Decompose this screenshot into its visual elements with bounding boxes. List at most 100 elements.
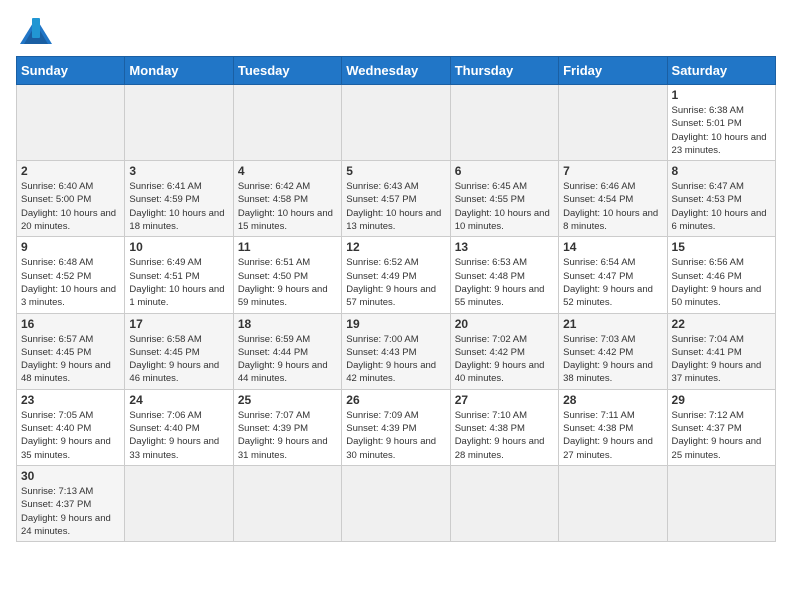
- day-info: Sunrise: 6:40 AM Sunset: 5:00 PM Dayligh…: [21, 180, 120, 233]
- day-info: Sunrise: 6:58 AM Sunset: 4:45 PM Dayligh…: [129, 333, 228, 386]
- day-number: 5: [346, 164, 445, 178]
- header-cell-tuesday: Tuesday: [233, 57, 341, 85]
- day-number: 13: [455, 240, 554, 254]
- day-info: Sunrise: 7:04 AM Sunset: 4:41 PM Dayligh…: [672, 333, 771, 386]
- day-info: Sunrise: 6:41 AM Sunset: 4:59 PM Dayligh…: [129, 180, 228, 233]
- day-number: 24: [129, 393, 228, 407]
- day-cell: [667, 465, 775, 541]
- week-row-4: 16Sunrise: 6:57 AM Sunset: 4:45 PM Dayli…: [17, 313, 776, 389]
- day-cell: 3Sunrise: 6:41 AM Sunset: 4:59 PM Daylig…: [125, 161, 233, 237]
- day-info: Sunrise: 6:54 AM Sunset: 4:47 PM Dayligh…: [563, 256, 662, 309]
- day-cell: [450, 85, 558, 161]
- calendar-table: SundayMondayTuesdayWednesdayThursdayFrid…: [16, 56, 776, 542]
- day-number: 19: [346, 317, 445, 331]
- day-cell: 7 Sunrise: 6:46 AM Sunset: 4:54 PM Daylig…: [559, 161, 667, 237]
- day-info: Sunrise: 6:47 AM Sunset: 4:53 PM Dayligh…: [672, 180, 771, 233]
- day-cell: 21Sunrise: 7:03 AM Sunset: 4:42 PM Dayli…: [559, 313, 667, 389]
- day-info: Sunrise: 6:52 AM Sunset: 4:49 PM Dayligh…: [346, 256, 445, 309]
- day-info: Sunrise: 6:53 AM Sunset: 4:48 PM Dayligh…: [455, 256, 554, 309]
- day-number: 28: [563, 393, 662, 407]
- day-cell: 8 Sunrise: 6:47 AM Sunset: 4:53 PM Daylig…: [667, 161, 775, 237]
- day-info: Sunrise: 6:45 AM Sunset: 4:55 PM Dayligh…: [455, 180, 554, 233]
- day-number: 10: [129, 240, 228, 254]
- day-cell: 27Sunrise: 7:10 AM Sunset: 4:38 PM Dayli…: [450, 389, 558, 465]
- week-row-3: 9Sunrise: 6:48 AM Sunset: 4:52 PM Daylig…: [17, 237, 776, 313]
- day-info: Sunrise: 6:49 AM Sunset: 4:51 PM Dayligh…: [129, 256, 228, 309]
- day-number: 8: [672, 164, 771, 178]
- day-cell: 2 Sunrise: 6:40 AM Sunset: 5:00 PM Daylig…: [17, 161, 125, 237]
- header-cell-monday: Monday: [125, 57, 233, 85]
- day-info: Sunrise: 7:05 AM Sunset: 4:40 PM Dayligh…: [21, 409, 120, 462]
- day-cell: [125, 85, 233, 161]
- day-cell: [342, 85, 450, 161]
- day-info: Sunrise: 6:43 AM Sunset: 4:57 PM Dayligh…: [346, 180, 445, 233]
- day-number: 25: [238, 393, 337, 407]
- day-number: 9: [21, 240, 120, 254]
- day-cell: [233, 465, 341, 541]
- day-number: 26: [346, 393, 445, 407]
- day-cell: [233, 85, 341, 161]
- page-header: [16, 16, 776, 46]
- day-cell: 6Sunrise: 6:45 AM Sunset: 4:55 PM Daylig…: [450, 161, 558, 237]
- calendar-body: 1Sunrise: 6:38 AM Sunset: 5:01 PM Daylig…: [17, 85, 776, 542]
- day-info: Sunrise: 7:07 AM Sunset: 4:39 PM Dayligh…: [238, 409, 337, 462]
- day-cell: 14 Sunrise: 6:54 AM Sunset: 4:47 PM Dayli…: [559, 237, 667, 313]
- day-cell: 16Sunrise: 6:57 AM Sunset: 4:45 PM Dayli…: [17, 313, 125, 389]
- day-number: 12: [346, 240, 445, 254]
- day-number: 22: [672, 317, 771, 331]
- day-cell: 17 Sunrise: 6:58 AM Sunset: 4:45 PM Dayli…: [125, 313, 233, 389]
- day-number: 23: [21, 393, 120, 407]
- day-number: 29: [672, 393, 771, 407]
- header-cell-saturday: Saturday: [667, 57, 775, 85]
- day-cell: 19Sunrise: 7:00 AM Sunset: 4:43 PM Dayli…: [342, 313, 450, 389]
- week-row-6: 30 Sunrise: 7:13 AM Sunset: 4:37 PM Dayli…: [17, 465, 776, 541]
- day-cell: [125, 465, 233, 541]
- day-number: 14: [563, 240, 662, 254]
- day-number: 18: [238, 317, 337, 331]
- day-cell: 25 Sunrise: 7:07 AM Sunset: 4:39 PM Dayli…: [233, 389, 341, 465]
- day-cell: 12 Sunrise: 6:52 AM Sunset: 4:49 PM Dayli…: [342, 237, 450, 313]
- header-cell-thursday: Thursday: [450, 57, 558, 85]
- day-cell: 23 Sunrise: 7:05 AM Sunset: 4:40 PM Dayli…: [17, 389, 125, 465]
- calendar-header: SundayMondayTuesdayWednesdayThursdayFrid…: [17, 57, 776, 85]
- day-cell: 28 Sunrise: 7:11 AM Sunset: 4:38 PM Dayli…: [559, 389, 667, 465]
- day-cell: [559, 465, 667, 541]
- day-info: Sunrise: 7:06 AM Sunset: 4:40 PM Dayligh…: [129, 409, 228, 462]
- day-info: Sunrise: 6:51 AM Sunset: 4:50 PM Dayligh…: [238, 256, 337, 309]
- day-number: 11: [238, 240, 337, 254]
- day-cell: 10 Sunrise: 6:49 AM Sunset: 4:51 PM Dayli…: [125, 237, 233, 313]
- day-info: Sunrise: 7:02 AM Sunset: 4:42 PM Dayligh…: [455, 333, 554, 386]
- day-number: 1: [672, 88, 771, 102]
- day-number: 4: [238, 164, 337, 178]
- day-number: 2: [21, 164, 120, 178]
- day-info: Sunrise: 6:59 AM Sunset: 4:44 PM Dayligh…: [238, 333, 337, 386]
- day-cell: 26 Sunrise: 7:09 AM Sunset: 4:39 PM Dayli…: [342, 389, 450, 465]
- day-cell: 30 Sunrise: 7:13 AM Sunset: 4:37 PM Dayli…: [17, 465, 125, 541]
- day-info: Sunrise: 6:56 AM Sunset: 4:46 PM Dayligh…: [672, 256, 771, 309]
- day-number: 7: [563, 164, 662, 178]
- header-row: SundayMondayTuesdayWednesdayThursdayFrid…: [17, 57, 776, 85]
- day-cell: 29Sunrise: 7:12 AM Sunset: 4:37 PM Dayli…: [667, 389, 775, 465]
- day-number: 15: [672, 240, 771, 254]
- day-number: 17: [129, 317, 228, 331]
- day-info: Sunrise: 6:46 AM Sunset: 4:54 PM Dayligh…: [563, 180, 662, 233]
- day-cell: 24 Sunrise: 7:06 AM Sunset: 4:40 PM Dayli…: [125, 389, 233, 465]
- day-info: Sunrise: 7:13 AM Sunset: 4:37 PM Dayligh…: [21, 485, 120, 538]
- day-info: Sunrise: 7:09 AM Sunset: 4:39 PM Dayligh…: [346, 409, 445, 462]
- day-cell: [17, 85, 125, 161]
- header-cell-friday: Friday: [559, 57, 667, 85]
- day-info: Sunrise: 7:11 AM Sunset: 4:38 PM Dayligh…: [563, 409, 662, 462]
- day-cell: 4 Sunrise: 6:42 AM Sunset: 4:58 PM Daylig…: [233, 161, 341, 237]
- day-cell: 18 Sunrise: 6:59 AM Sunset: 4:44 PM Dayli…: [233, 313, 341, 389]
- day-cell: 15 Sunrise: 6:56 AM Sunset: 4:46 PM Dayli…: [667, 237, 775, 313]
- day-number: 30: [21, 469, 120, 483]
- day-cell: [342, 465, 450, 541]
- day-info: Sunrise: 7:03 AM Sunset: 4:42 PM Dayligh…: [563, 333, 662, 386]
- day-cell: 1Sunrise: 6:38 AM Sunset: 5:01 PM Daylig…: [667, 85, 775, 161]
- day-cell: 22 Sunrise: 7:04 AM Sunset: 4:41 PM Dayli…: [667, 313, 775, 389]
- week-row-1: 1Sunrise: 6:38 AM Sunset: 5:01 PM Daylig…: [17, 85, 776, 161]
- day-info: Sunrise: 6:42 AM Sunset: 4:58 PM Dayligh…: [238, 180, 337, 233]
- day-cell: [559, 85, 667, 161]
- day-number: 27: [455, 393, 554, 407]
- header-cell-wednesday: Wednesday: [342, 57, 450, 85]
